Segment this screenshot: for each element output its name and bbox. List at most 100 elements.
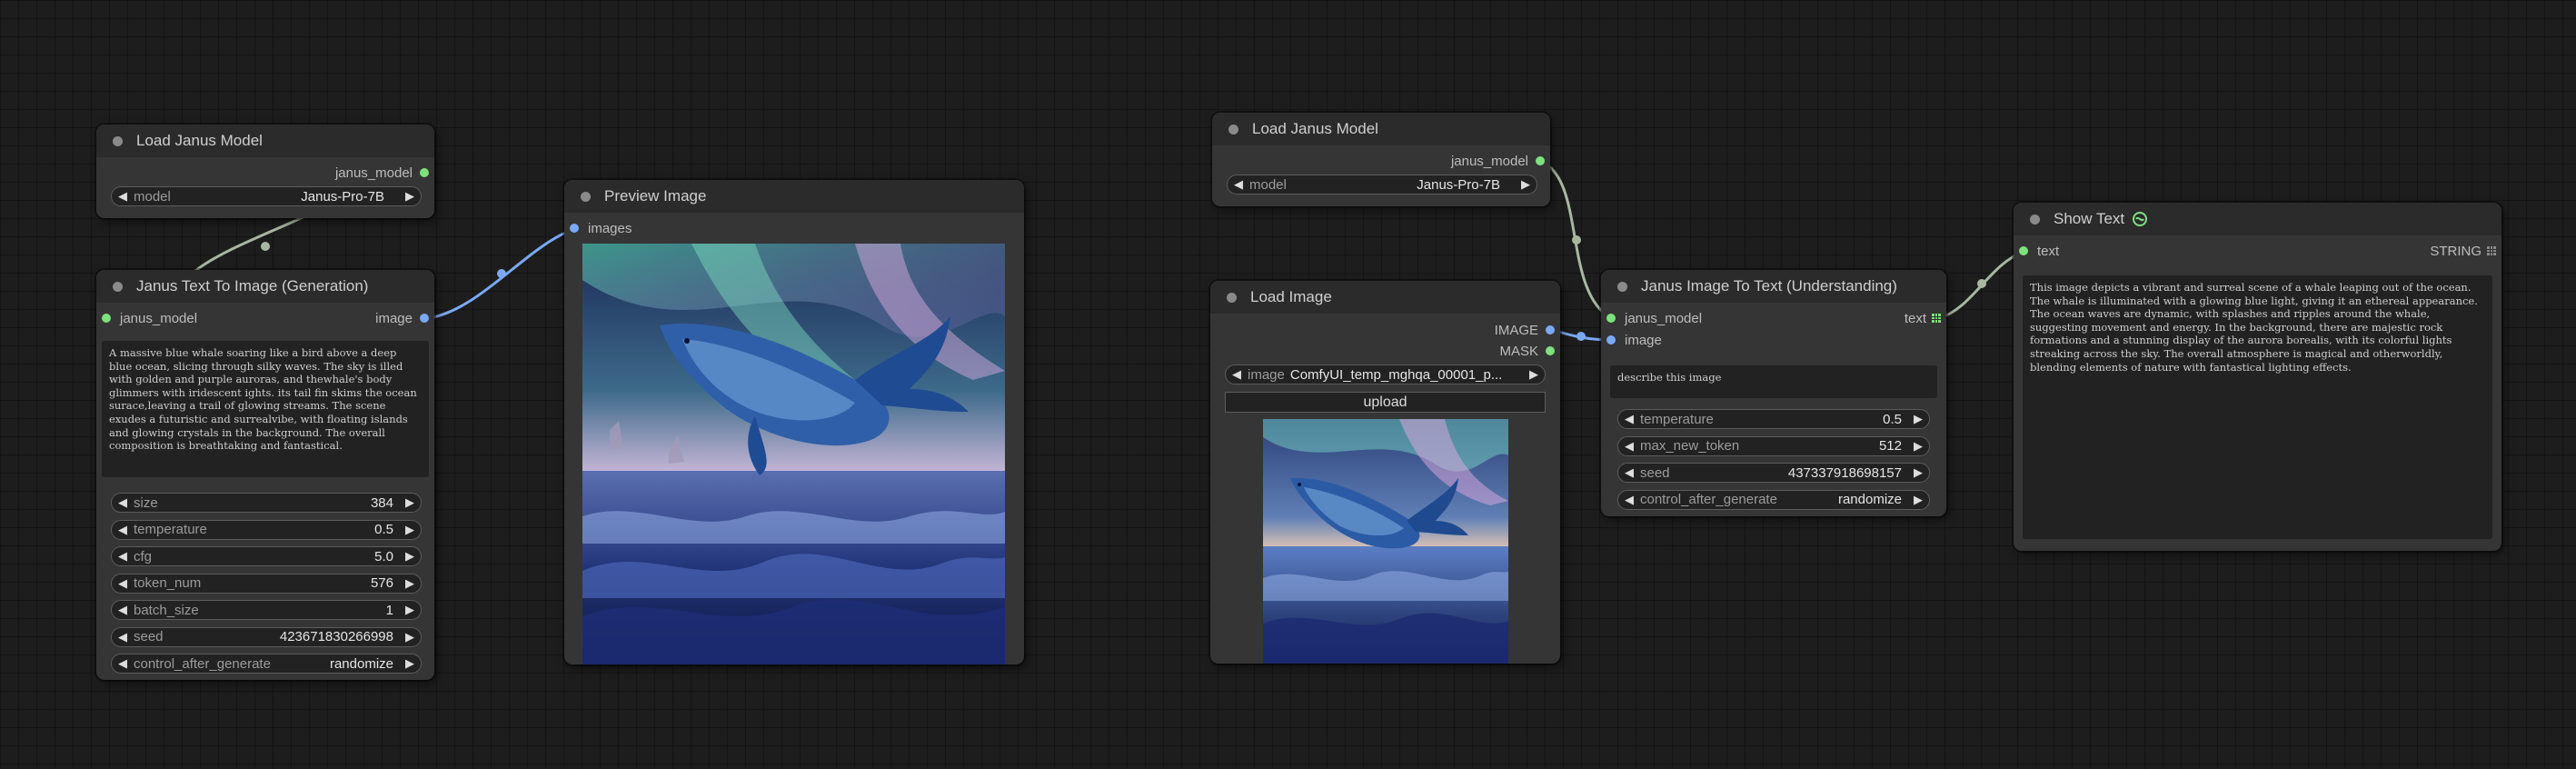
node-title-bar[interactable]: Show Text — [2014, 203, 2501, 235]
collapse-dot-icon[interactable] — [2030, 214, 2040, 225]
input-dot-icon[interactable] — [1606, 335, 1616, 345]
widget-cfg[interactable]: ◀ cfg 5.0 ▶ — [111, 546, 422, 566]
prompt-textarea[interactable]: A massive blue whale soaring like a bird… — [102, 341, 429, 477]
decrement-arrow-icon[interactable]: ◀ — [1226, 367, 1248, 382]
input-slot-janus-model[interactable]: janus_model — [1606, 309, 1702, 327]
decrement-arrow-icon[interactable]: ◀ — [112, 189, 134, 204]
increment-arrow-icon[interactable]: ▶ — [1515, 177, 1537, 192]
increment-arrow-icon[interactable]: ▶ — [1907, 465, 1929, 480]
input-dot-icon[interactable] — [2019, 246, 2028, 255]
input-slot-janus-model[interactable]: janus_model — [102, 309, 197, 327]
wire-text[interactable] — [1938, 250, 2024, 320]
input-slot-image[interactable]: image — [1606, 331, 1662, 349]
widget-temperature[interactable]: ◀ temperature 0.5 ▶ — [1617, 409, 1930, 429]
node-load-janus-model-left[interactable]: Load Janus Model janus_model ◀ model Jan… — [96, 125, 434, 218]
collapse-dot-icon[interactable] — [1228, 124, 1238, 135]
wire-image-right-midpoint[interactable] — [1576, 332, 1586, 341]
input-dot-icon[interactable] — [1606, 314, 1616, 323]
wire-model-right-midpoint[interactable] — [1572, 235, 1581, 245]
loaded-image-thumbnail[interactable] — [1263, 419, 1508, 664]
collapse-dot-icon[interactable] — [1617, 281, 1627, 292]
input-dot-icon[interactable] — [102, 314, 111, 323]
increment-arrow-icon[interactable]: ▶ — [399, 523, 421, 537]
widget-temperature[interactable]: ◀ temperature 0.5 ▶ — [111, 519, 422, 540]
output-slot-janus-model[interactable]: janus_model — [211, 164, 429, 182]
question-textarea[interactable]: describe this image — [1610, 365, 1937, 398]
output-slot-mask[interactable]: MASK — [1446, 342, 1555, 360]
collapse-dot-icon[interactable] — [113, 281, 123, 292]
input-slot-images[interactable]: images — [570, 219, 632, 237]
widget-max-new-token[interactable]: ◀ max_new_token 512 ▶ — [1617, 435, 1930, 456]
widget-size[interactable]: ◀ size 384 ▶ — [111, 493, 422, 513]
decrement-arrow-icon[interactable]: ◀ — [1618, 439, 1640, 454]
decrement-arrow-icon[interactable]: ◀ — [112, 603, 134, 617]
decrement-arrow-icon[interactable]: ◀ — [1618, 465, 1640, 480]
model-combo[interactable]: ◀ model Janus-Pro-7B ▶ — [1227, 175, 1537, 195]
node-title-bar[interactable]: Janus Text To Image (Generation) — [96, 270, 434, 303]
collapse-dot-icon[interactable] — [113, 135, 123, 146]
wire-image-left[interactable] — [428, 227, 575, 320]
input-dot-icon[interactable] — [570, 224, 579, 233]
node-janus-text-to-image[interactable]: Janus Text To Image (Generation) janus_m… — [96, 270, 434, 680]
output-text-display[interactable]: This image depicts a vibrant and surreal… — [2023, 275, 2492, 539]
wire-image-left-midpoint[interactable] — [497, 269, 506, 278]
collapse-dot-icon[interactable] — [581, 191, 591, 202]
output-slot-text[interactable]: text — [1850, 309, 1941, 327]
decrement-arrow-icon[interactable]: ◀ — [112, 549, 134, 564]
widget-batch-size[interactable]: ◀ batch_size 1 ▶ — [111, 600, 422, 620]
increment-arrow-icon[interactable]: ▶ — [399, 576, 421, 591]
increment-arrow-icon[interactable]: ▶ — [399, 656, 421, 671]
increment-arrow-icon[interactable]: ▶ — [399, 630, 421, 644]
list-output-icon[interactable] — [1932, 314, 1941, 323]
node-title-bar[interactable]: Load Janus Model — [96, 125, 434, 157]
node-load-janus-model-right[interactable]: Load Janus Model janus_model ◀ model Jan… — [1212, 113, 1550, 206]
widget-control-after-generate[interactable]: ◀ control_after_generate randomize ▶ — [111, 654, 422, 674]
decrement-arrow-icon[interactable]: ◀ — [1618, 493, 1640, 507]
output-dot-icon[interactable] — [420, 314, 429, 323]
increment-arrow-icon[interactable]: ▶ — [1907, 493, 1929, 507]
increment-arrow-icon[interactable]: ▶ — [399, 603, 421, 617]
decrement-arrow-icon[interactable]: ◀ — [1618, 412, 1640, 426]
widget-seed[interactable]: ◀ seed 423671830266998 ▶ — [111, 626, 422, 647]
node-preview-image[interactable]: Preview Image images — [564, 180, 1024, 664]
output-slot-image[interactable]: image — [338, 309, 429, 327]
increment-arrow-icon[interactable]: ▶ — [1907, 412, 1929, 426]
output-slot-image[interactable]: IMAGE — [1446, 321, 1555, 339]
output-dot-icon[interactable] — [420, 168, 429, 177]
node-title-bar[interactable]: Janus Image To Text (Understanding) — [1601, 270, 1946, 303]
decrement-arrow-icon[interactable]: ◀ — [112, 576, 134, 591]
wire-model-left-midpoint[interactable] — [261, 242, 270, 251]
output-dot-icon[interactable] — [1546, 346, 1555, 355]
output-slot-janus-model[interactable]: janus_model — [1327, 152, 1545, 170]
decrement-arrow-icon[interactable]: ◀ — [112, 630, 134, 644]
node-graph-canvas[interactable]: Load Janus Model janus_model ◀ model Jan… — [0, 0, 2576, 769]
wire-text-midpoint[interactable] — [1977, 279, 1986, 288]
model-combo[interactable]: ◀ model Janus-Pro-7B ▶ — [111, 186, 422, 206]
increment-arrow-icon[interactable]: ▶ — [399, 495, 421, 510]
increment-arrow-icon[interactable]: ▶ — [1523, 367, 1545, 382]
decrement-arrow-icon[interactable]: ◀ — [112, 495, 134, 510]
node-janus-image-to-text[interactable]: Janus Image To Text (Understanding) janu… — [1601, 270, 1946, 516]
list-output-icon[interactable] — [2487, 246, 2496, 255]
widget-seed[interactable]: ◀ seed 437337918698157 ▶ — [1617, 463, 1930, 483]
output-dot-icon[interactable] — [1536, 156, 1545, 165]
node-title-bar[interactable]: Preview Image — [564, 180, 1024, 213]
increment-arrow-icon[interactable]: ▶ — [399, 189, 421, 204]
decrement-arrow-icon[interactable]: ◀ — [112, 523, 134, 537]
output-slot-string[interactable]: STRING — [2369, 242, 2496, 260]
node-load-image[interactable]: Load Image IMAGE MASK ◀ image ComfyUI_te… — [1210, 281, 1560, 664]
preview-image[interactable] — [582, 244, 1005, 664]
increment-arrow-icon[interactable]: ▶ — [1907, 439, 1929, 454]
decrement-arrow-icon[interactable]: ◀ — [112, 656, 134, 671]
output-dot-icon[interactable] — [1546, 325, 1555, 335]
decrement-arrow-icon[interactable]: ◀ — [1228, 177, 1249, 192]
node-title-bar[interactable]: Load Image — [1210, 281, 1560, 314]
widget-control-after-generate[interactable]: ◀ control_after_generate randomize ▶ — [1617, 489, 1930, 510]
increment-arrow-icon[interactable]: ▶ — [399, 549, 421, 564]
node-title-bar[interactable]: Load Janus Model — [1212, 113, 1550, 145]
image-combo[interactable]: ◀ image ComfyUI_temp_mghqa_00001_p... ▶ — [1225, 365, 1546, 384]
node-show-text[interactable]: Show Text text STRING This image depicts… — [2014, 203, 2501, 551]
widget-token-num[interactable]: ◀ token_num 576 ▶ — [111, 573, 422, 594]
collapse-dot-icon[interactable] — [1227, 292, 1237, 303]
input-slot-text[interactable]: text — [2019, 242, 2059, 260]
